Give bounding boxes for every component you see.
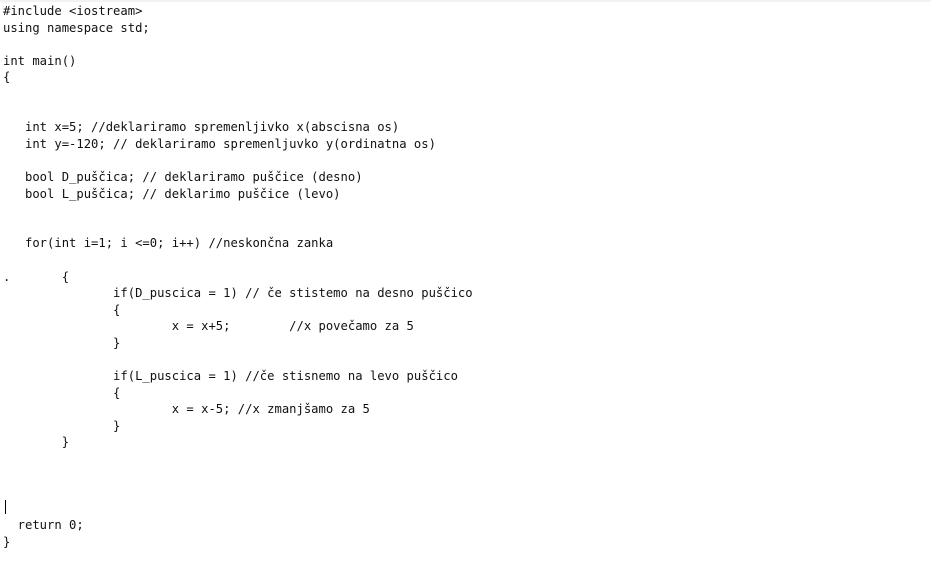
- code-area[interactable]: #include <iostream> using namespace std; i…: [3, 3, 473, 551]
- code-line: int main(): [3, 53, 77, 68]
- code-line: if(L_puscica = 1) //če stisnemo na levo …: [3, 369, 458, 384]
- code-line: bool L_puščica; // deklarimo puščice (le…: [3, 186, 341, 201]
- code-line: }: [3, 335, 121, 350]
- code-line: {: [3, 70, 11, 85]
- code-line: if(D_puscica = 1) // če stistemo na desn…: [3, 286, 473, 301]
- code-line: }: [3, 418, 121, 433]
- code-editor[interactable]: #include <iostream> using namespace std; i…: [0, 0, 931, 577]
- code-line: {: [3, 302, 121, 317]
- code-line: using namespace std;: [3, 20, 150, 35]
- text-caret: [5, 500, 6, 514]
- code-line: int y=-120; // deklariramo spremenljuvko…: [3, 136, 436, 151]
- code-line: for(int i=1; i <=0; i++) //neskončna zan…: [3, 236, 334, 251]
- editor-top-border: [0, 0, 931, 2]
- code-line: {: [3, 385, 121, 400]
- code-line: }: [3, 535, 11, 549]
- code-line: int x=5; //deklariramo spremenljivko x(a…: [3, 120, 400, 135]
- code-line: x = x+5; //x povečamo za 5: [3, 319, 414, 334]
- code-line: . {: [3, 269, 70, 284]
- code-line: return 0;: [3, 518, 84, 533]
- code-line: #include <iostream>: [3, 4, 143, 18]
- code-line: bool D_puščica; // deklariramo puščice (…: [3, 169, 363, 184]
- code-line: }: [3, 435, 70, 450]
- code-line: x = x-5; //x zmanjšamo za 5: [3, 402, 370, 417]
